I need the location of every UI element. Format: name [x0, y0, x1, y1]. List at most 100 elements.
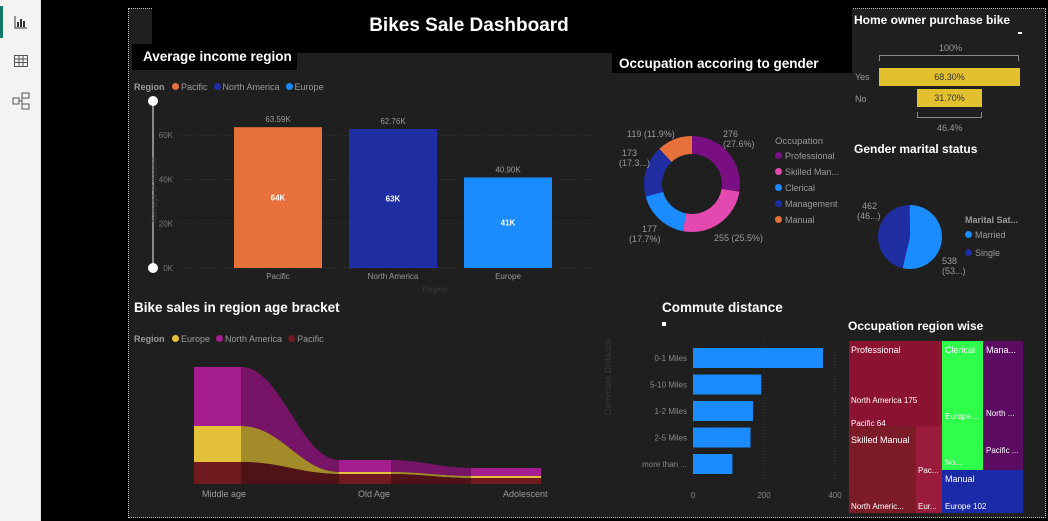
legend-item-1[interactable]: North America	[213, 82, 280, 92]
occ-legend-item-3[interactable]: Management	[775, 199, 839, 209]
income-bar-inner-label-1: 63K	[386, 195, 401, 204]
income-bar-top-label-1: 62.76K	[380, 117, 406, 126]
funnel-no-label: No	[855, 94, 867, 104]
commute-ytick-2: 1-2 Miles	[655, 407, 687, 416]
commute-ytick-1: 5-10 Miles	[650, 381, 687, 390]
funnel-bottom-bracket	[917, 112, 982, 118]
occ-gender-donut[interactable]	[642, 134, 742, 234]
donut-label-a2: (27.6%)	[723, 139, 755, 149]
marital-label-a: 462	[862, 201, 878, 211]
income-xtick-2: Europe	[495, 272, 521, 281]
avg-income-legend: Pacific North America Europe	[172, 82, 324, 92]
commute-ytick-3: 2-5 Miles	[655, 434, 687, 443]
occ-region-title: Occupation region wise	[848, 319, 984, 333]
report-canvas: Bikes Sale Dashboard Average income regi…	[41, 0, 1048, 521]
legend-married: Married	[965, 230, 1006, 240]
tm-label-manual: Manual	[945, 474, 975, 484]
marital-legend-title: Marital Sat...	[965, 215, 1019, 225]
donut-label-b: 255 (25.5%)	[714, 233, 764, 243]
commute-xtick-0: 0	[691, 491, 696, 500]
ribbon-chart[interactable]	[191, 364, 551, 488]
legend-item-2[interactable]: Europe	[285, 82, 324, 92]
income-xtick-1: North America	[368, 272, 419, 281]
funnel-no-bar[interactable]: 31.70%	[917, 89, 982, 107]
gender-marital-title: Gender marital status	[854, 142, 978, 156]
age-bracket-legend-label: Region	[134, 334, 165, 344]
occ-legend-item-0[interactable]: Professional	[775, 151, 839, 161]
income-ytick-1: 20K	[159, 220, 174, 229]
tm-clerical[interactable]	[942, 340, 983, 470]
income-ylabel: Average of Income	[150, 156, 159, 224]
income-bar-inner-label-0: 64K	[271, 194, 286, 203]
tm-label-pac: Pac...	[918, 466, 939, 475]
donut-label-d2: (17.3...)	[619, 158, 651, 168]
view-switcher-rail	[0, 0, 41, 521]
marital-pie[interactable]	[877, 204, 943, 270]
income-ytick-3: 60K	[159, 131, 174, 140]
age-x-adolescent: Adolescent	[503, 489, 548, 499]
income-bar-inner-label-2: 41K	[501, 219, 516, 228]
tm-label-pacific: Pacific ...	[986, 446, 1019, 455]
income-bar-top-label-0: 63.59K	[265, 115, 291, 124]
age-bracket-legend: Europe North America Pacific	[172, 334, 324, 344]
tm-label-professional: Professional	[851, 345, 901, 355]
tm-label-europe102: Europe 102	[945, 502, 987, 511]
home-owner-title: Home owner purchase bike	[854, 13, 1011, 27]
legend-single: Single	[965, 248, 1000, 258]
age-x-middle: Middle age	[202, 489, 247, 499]
report-view-icon[interactable]	[10, 11, 32, 33]
income-bar-top-label-2: 40.90K	[495, 165, 521, 174]
dashboard-title: Bikes Sale Dashboard	[369, 15, 569, 36]
active-view-indicator	[0, 6, 3, 38]
tm-label-europe: Europe...	[945, 412, 978, 421]
income-xlabel: Region	[422, 285, 447, 294]
occ-gender-title: Occupation accoring to gender	[619, 56, 819, 71]
legend-item-0[interactable]: Pacific	[172, 82, 208, 92]
age-x-old: Old Age	[358, 489, 391, 499]
commute-ytick-0: 0-1 Miles	[655, 354, 687, 363]
avg-income-title: Average income region	[143, 49, 292, 64]
funnel-yes-bar[interactable]: 68.30%	[879, 68, 1020, 86]
range-slider-handle-top[interactable]	[148, 96, 158, 106]
occ-legend-item-2[interactable]: Clerical	[775, 183, 839, 193]
tm-label-skilled: Skilled Manual	[851, 435, 910, 445]
occ-legend-item-4[interactable]: Manual	[775, 215, 839, 225]
avg-income-chart: 0K 20K 40K 60K Average of Income 63.59K 64K Pac…	[150, 115, 593, 294]
tm-label-na175: North America 175	[851, 396, 918, 405]
tm-label-no: No...	[945, 458, 962, 467]
tm-label-pac64: Pacific 64	[851, 419, 886, 428]
avg-income-legend-label: Region	[134, 82, 165, 92]
commute-xtick-1: 200	[757, 491, 771, 500]
marital-label-b: 538	[942, 256, 958, 266]
income-ytick-0: 0K	[163, 264, 173, 273]
occ-gender-legend-title: Occupation	[775, 136, 824, 147]
legend-item-2[interactable]: Pacific	[288, 334, 324, 344]
commute-title: Commute distance	[662, 300, 783, 315]
funnel-yes-label: Yes	[855, 72, 870, 82]
tm-label-nam: North Americ...	[851, 502, 904, 511]
model-view-icon[interactable]	[10, 90, 32, 112]
age-bracket-title: Bike sales in region age bracket	[134, 300, 340, 315]
home-owner-bottom-pct: 46.4%	[937, 123, 963, 133]
donut-label-e: 119 (11.9%)	[627, 129, 675, 139]
marital-label-b2: (53...)	[942, 266, 966, 276]
donut-label-c2: (17.7%)	[629, 234, 661, 244]
commute-xtick-2: 400	[828, 491, 842, 500]
commute-ylabel: Commute Distance	[603, 338, 613, 415]
occ-legend-item-1[interactable]: Skilled Man...	[775, 167, 839, 177]
tm-label-north: North ...	[986, 409, 1015, 418]
legend-item-1[interactable]: North America	[216, 334, 282, 344]
income-xtick-0: Pacific	[266, 272, 290, 281]
commute-chart[interactable]: 0 200 400 0-1 Miles 5-10 Miles 1-2 Miles 2-5 M…	[621, 340, 851, 505]
donut-slice-1	[682, 188, 740, 232]
marital-label-a2: (46...)	[857, 211, 881, 221]
legend-item-0[interactable]: Europe	[172, 334, 210, 344]
commute-ytick-4: more than ...	[642, 460, 687, 469]
home-owner-menu-mark[interactable]	[1018, 32, 1022, 34]
funnel-top-bracket	[879, 55, 1019, 61]
commute-bar-4	[693, 454, 733, 474]
table-view-icon[interactable]	[10, 50, 32, 72]
occ-gender-legend: Professional Skilled Man... Clerical Manage…	[775, 151, 839, 231]
commute-focus-mark[interactable]	[662, 322, 666, 326]
tm-label-clerical: Clerical	[945, 345, 976, 355]
